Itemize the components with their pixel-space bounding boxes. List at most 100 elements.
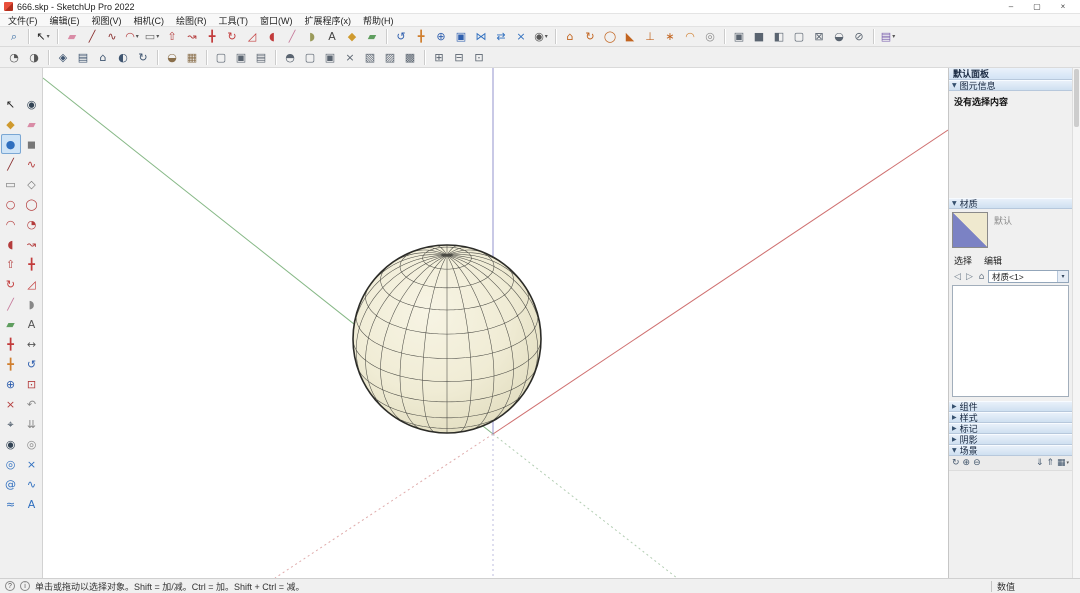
cut-tool[interactable]: × xyxy=(512,28,530,46)
trim-tool[interactable]: ◒ xyxy=(830,28,848,46)
pillar-tool[interactable]: ⊥ xyxy=(641,28,659,46)
tool-orbit[interactable]: ↺ xyxy=(22,354,42,374)
paste-tool[interactable]: ▤▾ xyxy=(879,28,897,46)
scale-tool[interactable]: ◿ xyxy=(243,28,261,46)
tool-axes[interactable]: ╋ xyxy=(1,334,21,354)
menu-window[interactable]: 窗口(W) xyxy=(254,14,299,26)
arc-plugin-tool[interactable]: ◠ xyxy=(681,28,699,46)
view-right[interactable]: ◐ xyxy=(114,48,132,66)
edit-box-tool[interactable]: ▨ xyxy=(381,48,399,66)
tool-offset[interactable]: ◖ xyxy=(1,234,21,254)
scene-move-up[interactable]: ⇑ xyxy=(1046,458,1054,468)
split-tool[interactable]: ⊘ xyxy=(850,28,868,46)
setsquare-tool[interactable]: ◣ xyxy=(621,28,639,46)
panel-scrollbar-thumb[interactable] xyxy=(1074,69,1079,127)
search-tool[interactable]: ⌕ xyxy=(5,28,23,46)
tool-paint-bucket[interactable]: ◆ xyxy=(1,114,21,134)
flip-tool[interactable]: ⇄ xyxy=(492,28,510,46)
subtract-tool[interactable]: ⊠ xyxy=(810,28,828,46)
styles-window-tool[interactable]: ▢ xyxy=(212,48,230,66)
tool-box[interactable]: ◼ xyxy=(22,134,42,154)
select-tool-caret[interactable]: ▾ xyxy=(47,33,50,40)
materials-dropdown[interactable]: 材质<1> ▾ xyxy=(988,270,1069,283)
tool-rectangle[interactable]: ▭ xyxy=(1,174,21,194)
shape-tool-caret[interactable]: ▾ xyxy=(156,33,159,40)
menu-extensions[interactable]: 扩展程序(x) xyxy=(299,14,358,26)
tape-measure-tool[interactable]: ╱ xyxy=(283,28,301,46)
circle-segment-tool[interactable]: ◑ xyxy=(25,48,43,66)
menu-view[interactable]: 视图(V) xyxy=(86,14,128,26)
tool-bezier[interactable]: ∿ xyxy=(22,474,42,494)
tool-scale[interactable]: ◿ xyxy=(22,274,42,294)
tool-rotate[interactable]: ↻ xyxy=(1,274,21,294)
tool-text[interactable]: A xyxy=(22,314,42,334)
tool-pie[interactable]: ◔ xyxy=(22,214,42,234)
materials-tab-edit[interactable]: 编辑 xyxy=(984,254,1002,267)
layout-grid-tool[interactable]: ⊞ xyxy=(430,48,448,66)
tool-follow-me[interactable]: ↝ xyxy=(22,234,42,254)
maximize-button[interactable]: ▢ xyxy=(1024,0,1050,13)
paint-bucket-tool[interactable]: ◆ xyxy=(343,28,361,46)
tool-look-around[interactable]: ◉ xyxy=(22,94,42,114)
tool-spiral[interactable]: @ xyxy=(1,474,21,494)
scene-move-down[interactable]: ⇓ xyxy=(1036,458,1044,468)
tool-pan[interactable]: ╋ xyxy=(1,354,21,374)
tool-protractor[interactable]: ◗ xyxy=(22,294,42,314)
viewport[interactable] xyxy=(43,68,948,578)
arc-tool[interactable]: ◠▾ xyxy=(123,28,141,46)
zoom-extents-tool[interactable]: ▣ xyxy=(452,28,470,46)
menu-file[interactable]: 文件(F) xyxy=(2,14,44,26)
panel-scrollbar[interactable] xyxy=(1072,68,1080,578)
scene-remove[interactable]: ⊖ xyxy=(973,458,981,468)
menu-tools[interactable]: 工具(T) xyxy=(213,14,255,26)
tool-polygon[interactable]: ◯ xyxy=(22,194,42,214)
tool-line[interactable]: ╱ xyxy=(1,154,21,174)
union-tool[interactable]: ▢ xyxy=(790,28,808,46)
mirror-tool[interactable]: ⋈ xyxy=(472,28,490,46)
image-frame-tool[interactable]: ▦ xyxy=(183,48,201,66)
tool-person[interactable]: ◉ xyxy=(1,434,21,454)
line-tool[interactable]: ╱ xyxy=(83,28,101,46)
tool-helix[interactable]: ◎ xyxy=(1,454,21,474)
section-header-scenes[interactable]: ▼ 场景 xyxy=(949,445,1072,456)
freehand-tool[interactable]: ∿ xyxy=(103,28,121,46)
help-icon[interactable]: ? xyxy=(5,581,15,591)
close-button[interactable]: × xyxy=(1050,0,1076,13)
menu-edit[interactable]: 编辑(E) xyxy=(44,14,86,26)
grid-pencil-tool[interactable]: ▩ xyxy=(401,48,419,66)
move-tool[interactable]: ╋ xyxy=(203,28,221,46)
scenes-list[interactable] xyxy=(949,471,1072,578)
scene-update[interactable]: ↻ xyxy=(952,458,960,468)
table-tool[interactable]: ⊟ xyxy=(450,48,468,66)
orbit-tool[interactable]: ↺ xyxy=(392,28,410,46)
case-tool[interactable]: ⊡ xyxy=(470,48,488,66)
text-tool[interactable]: A xyxy=(323,28,341,46)
tool-sphere[interactable]: ● xyxy=(1,134,21,154)
minimize-button[interactable]: – xyxy=(998,0,1024,13)
tool-move[interactable]: ╋ xyxy=(22,254,42,274)
materials-list[interactable] xyxy=(952,285,1069,397)
tool-zoom-extents[interactable]: × xyxy=(1,394,21,414)
protractor-tool[interactable]: ◗ xyxy=(303,28,321,46)
arc-tool-caret[interactable]: ▾ xyxy=(136,33,139,40)
materials-tab-select[interactable]: 选择 xyxy=(954,254,972,267)
menu-camera[interactable]: 相机(C) xyxy=(128,14,171,26)
select-tool[interactable]: ↖▾ xyxy=(34,28,52,46)
scene-view-options[interactable]: ▦▾ xyxy=(1057,458,1069,468)
tool-eye[interactable]: ◎ xyxy=(22,434,42,454)
tool-eraser[interactable]: ▰ xyxy=(22,114,42,134)
rotate-tool[interactable]: ↻ xyxy=(223,28,241,46)
materials-dropdown-caret[interactable]: ▾ xyxy=(1057,271,1068,282)
walkthrough-tool[interactable]: ◓ xyxy=(281,48,299,66)
tool-zoom[interactable]: ⊕ xyxy=(1,374,21,394)
materials-forward-button[interactable]: ▷ xyxy=(964,272,975,282)
component-tool[interactable]: ▣ xyxy=(321,48,339,66)
view-top[interactable]: ▤ xyxy=(74,48,92,66)
tool-rotated-rectangle[interactable]: ◇ xyxy=(22,174,42,194)
arc-segment-tool[interactable]: ◔ xyxy=(5,48,23,66)
materials-window-tool[interactable]: ▣ xyxy=(232,48,250,66)
tool-3d-text[interactable]: A xyxy=(22,494,42,514)
hide-tool[interactable]: ▧ xyxy=(361,48,379,66)
tool-weld[interactable]: ≈ xyxy=(1,494,21,514)
scene-view-options-caret[interactable]: ▾ xyxy=(1066,460,1069,466)
